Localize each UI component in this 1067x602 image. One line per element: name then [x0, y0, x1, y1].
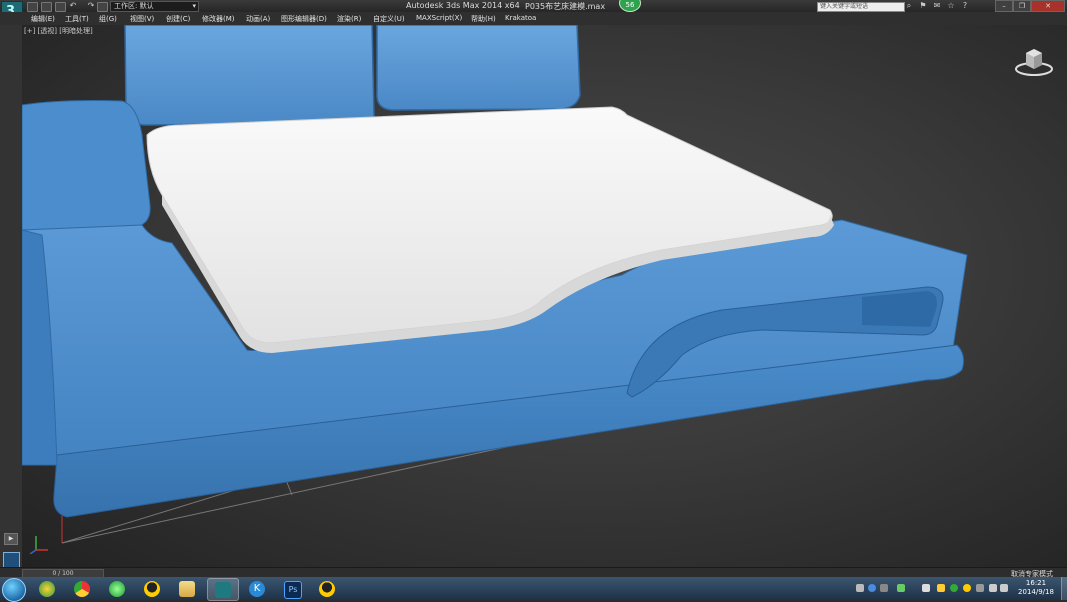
- qq-chat-icon: [319, 581, 335, 597]
- open-file-icon[interactable]: [41, 2, 52, 12]
- photoshop-icon: Ps: [284, 581, 302, 599]
- menu-animation[interactable]: 动画(A): [246, 14, 270, 24]
- taskbar-360-security[interactable]: [102, 578, 132, 599]
- menu-rendering[interactable]: 渲染(R): [337, 14, 361, 24]
- axis-gizmo-icon: [29, 536, 48, 554]
- tray-help-icon[interactable]: [868, 584, 876, 592]
- search-icon[interactable]: ⌕: [904, 1, 914, 10]
- project-folder-icon[interactable]: [97, 2, 108, 12]
- left-side-arm: [22, 100, 151, 231]
- notification-badge[interactable]: 56: [619, 0, 641, 12]
- workspace-dropdown[interactable]: 工作区: 默认 ▾: [110, 1, 199, 12]
- title-bar: 3 ↶ ↷ 工作区: 默认▾ Autodesk 3ds Max 2014 x64…: [0, 0, 1067, 25]
- subscription-icon[interactable]: ⚑: [918, 1, 928, 10]
- show-desktop-button[interactable]: [1061, 577, 1067, 600]
- headboard-cushion-left: [124, 25, 375, 126]
- redo-icon[interactable]: ↷: [86, 1, 96, 10]
- tray-battery-icon[interactable]: [897, 584, 905, 592]
- tray-qq-icon[interactable]: [963, 584, 971, 592]
- save-file-icon[interactable]: [55, 2, 66, 12]
- play-icon[interactable]: ▶: [4, 533, 18, 545]
- taskbar-360-browser[interactable]: [32, 578, 62, 599]
- tray-shield-icon[interactable]: [937, 584, 945, 592]
- taskbar-qq-chat[interactable]: [312, 578, 342, 599]
- tray-network-icon[interactable]: [856, 584, 864, 592]
- menu-modifiers[interactable]: 修改器(M): [202, 14, 235, 24]
- workspace-label: 工作区: 默认: [114, 2, 154, 10]
- close-button[interactable]: ✕: [1031, 0, 1065, 12]
- taskbar-photoshop[interactable]: Ps: [277, 578, 307, 599]
- browser-360-icon: [39, 581, 55, 597]
- tray-display-icon[interactable]: [976, 584, 984, 592]
- communication-icon[interactable]: ✉: [932, 1, 942, 10]
- file-title: P035布艺床建模.max: [525, 2, 606, 11]
- menu-maxscript[interactable]: MAXScript(X): [416, 14, 462, 22]
- menu-customize[interactable]: 自定义(U): [373, 14, 405, 24]
- viewport-label[interactable]: [+] [透视] [明暗处理]: [24, 26, 93, 36]
- taskbar-chrome[interactable]: [67, 578, 97, 599]
- help-icon[interactable]: ?: [960, 1, 970, 10]
- minimize-button[interactable]: –: [995, 0, 1013, 12]
- viewcube[interactable]: [1014, 45, 1054, 81]
- security-360-icon: [109, 581, 125, 597]
- windows-taskbar: K Ps 16:21 2014/9/18: [0, 577, 1067, 602]
- start-orb-icon[interactable]: [2, 578, 26, 602]
- app-title: Autodesk 3ds Max 2014 x64: [406, 1, 520, 10]
- search-input[interactable]: 键入关键字或短语: [817, 2, 905, 12]
- k-logo-icon: K: [249, 581, 265, 597]
- menu-create[interactable]: 创建(C): [166, 14, 190, 24]
- favorites-icon[interactable]: ☆: [946, 1, 956, 10]
- menu-tools[interactable]: 工具(T): [65, 14, 89, 24]
- viewport-layout-icon[interactable]: [3, 552, 20, 568]
- tray-network-status-icon[interactable]: [989, 584, 997, 592]
- taskbar-3dsmax[interactable]: [207, 578, 239, 601]
- viewcube-icon: [1015, 49, 1053, 76]
- taskbar-explorer[interactable]: [172, 578, 202, 599]
- restore-button[interactable]: ❐: [1013, 0, 1031, 12]
- menu-edit[interactable]: 编辑(E): [31, 14, 55, 24]
- chevron-down-icon: ▾: [192, 2, 196, 10]
- tray-volume-icon[interactable]: [1000, 584, 1008, 592]
- tray-device-icon[interactable]: [880, 584, 888, 592]
- tray-user-icon[interactable]: [922, 584, 930, 592]
- menu-views[interactable]: 视图(V): [130, 14, 154, 24]
- bed-model-render: [22, 25, 968, 544]
- menu-help[interactable]: 帮助(H): [471, 14, 496, 24]
- perspective-viewport[interactable]: [+] [透视] [明暗处理]: [22, 25, 1067, 567]
- menu-bar: 编辑(E) 工具(T) 组(G) 视图(V) 创建(C) 修改器(M) 动画(A…: [0, 12, 1067, 26]
- taskbar-clock[interactable]: 16:21 2014/9/18: [1012, 579, 1060, 597]
- headboard-cushion-right: [376, 25, 581, 111]
- chrome-icon: [74, 581, 90, 597]
- new-file-icon[interactable]: [27, 2, 38, 12]
- clock-date: 2014/9/18: [1018, 588, 1054, 596]
- tray-360-icon[interactable]: [950, 584, 958, 592]
- storage-opening-inner: [862, 291, 937, 327]
- undo-icon[interactable]: ↶: [68, 1, 78, 10]
- folder-icon: [179, 581, 195, 597]
- taskbar-qq[interactable]: [137, 578, 167, 599]
- qq-penguin-icon: [144, 581, 160, 597]
- menu-group[interactable]: 组(G): [99, 14, 117, 24]
- menu-graph-editors[interactable]: 图形编辑器(D): [281, 14, 327, 24]
- taskbar-krakatoa[interactable]: K: [242, 578, 272, 599]
- menu-krakatoa[interactable]: Krakatoa: [505, 14, 536, 22]
- max-app-icon: [215, 582, 231, 598]
- left-panel-strip: ▶: [0, 25, 23, 568]
- clock-time: 16:21: [1025, 579, 1047, 587]
